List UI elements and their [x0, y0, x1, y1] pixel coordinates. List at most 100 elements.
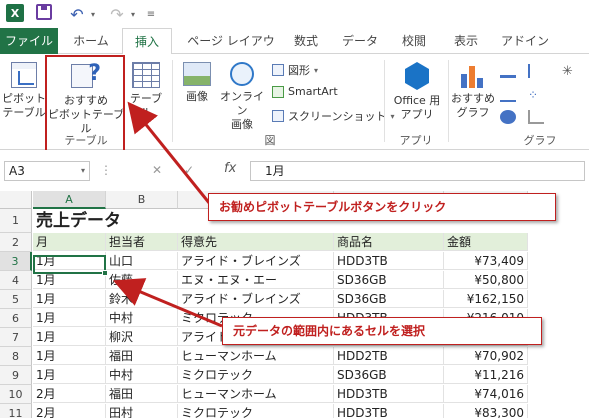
table-cell[interactable]: 福田 — [106, 385, 178, 403]
shapes-button[interactable]: 図形 ▾ — [272, 62, 318, 78]
tab-view[interactable]: 表示 — [446, 28, 486, 54]
table-cell[interactable]: 1月 — [33, 309, 106, 327]
row-header[interactable]: 2 — [0, 233, 32, 252]
name-box-value: A3 — [9, 164, 25, 178]
apps-group-label: アプリ — [399, 134, 433, 147]
table-cell[interactable]: 1月 — [33, 290, 106, 308]
enter-icon[interactable]: ✓ — [184, 163, 194, 177]
column-header-a[interactable]: A — [33, 191, 106, 209]
name-box[interactable]: A3 ▾ — [4, 161, 90, 181]
table-cell[interactable]: ¥83,300 — [444, 404, 528, 418]
table-cell[interactable]: HDD3TB — [334, 404, 444, 418]
column-header-b[interactable]: B — [106, 191, 178, 209]
shapes-label: 図形 — [288, 64, 310, 77]
online-image-label-1: オンライン — [220, 90, 264, 117]
table-cell[interactable]: ミクロテック — [178, 366, 334, 384]
online-image-button[interactable]: オンライン 画像 — [216, 62, 268, 132]
table-cell[interactable]: 佐藤 — [106, 271, 178, 289]
sheet-title[interactable]: 売上データ — [33, 210, 121, 232]
recommended-chart-button[interactable]: おすすめ グラフ — [450, 62, 496, 120]
tab-insert[interactable]: 挿入 — [122, 28, 172, 55]
bar-chart-icon[interactable] — [500, 88, 516, 102]
table-cell[interactable]: ¥74,016 — [444, 385, 528, 403]
cancel-icon[interactable]: ✕ — [152, 163, 162, 177]
row-header[interactable]: 3 — [0, 252, 32, 271]
office-apps-button[interactable]: Office 用 アプリ — [388, 62, 446, 122]
smartart-button[interactable]: SmartArt — [272, 85, 338, 98]
column-chart-icon[interactable] — [500, 64, 516, 78]
table-cell[interactable]: ¥73,409 — [444, 252, 528, 270]
area-chart-icon[interactable] — [528, 110, 544, 124]
row-header[interactable]: 11 — [0, 404, 32, 418]
scatter-chart-icon[interactable]: ⁘ — [528, 88, 544, 102]
table-cell[interactable]: HDD2TB — [334, 347, 444, 365]
undo-dropdown-icon[interactable]: ▾ — [88, 4, 98, 24]
table-cell[interactable]: 福田 — [106, 347, 178, 365]
radar-chart-icon[interactable]: ✳ — [562, 64, 578, 79]
table-cell[interactable]: アライド・ブレインズ — [178, 290, 334, 308]
table-cell[interactable]: ¥70,902 — [444, 347, 528, 365]
fill-handle[interactable] — [102, 270, 108, 276]
redo-icon[interactable]: ↷ — [108, 4, 126, 24]
table-cell[interactable]: SD36GB — [334, 271, 444, 289]
table-cell[interactable]: 山口 — [106, 252, 178, 270]
table-cell[interactable]: アライド・ブレインズ — [178, 252, 334, 270]
formula-input[interactable]: 1月 — [250, 161, 585, 181]
table-cell[interactable]: SD36GB — [334, 290, 444, 308]
row-header[interactable]: 4 — [0, 271, 32, 290]
tab-data[interactable]: データ — [338, 28, 382, 54]
row-header[interactable]: 9 — [0, 366, 32, 385]
header-cell[interactable]: 月 — [33, 233, 106, 251]
row-header[interactable]: 7 — [0, 328, 32, 347]
table-cell[interactable]: SD36GB — [334, 366, 444, 384]
table-cell[interactable]: 1月 — [33, 366, 106, 384]
table-cell[interactable]: HDD3TB — [334, 385, 444, 403]
tab-page-layout[interactable]: ページ レイアウト — [182, 28, 280, 74]
screenshot-button[interactable]: スクリーンショット ▾ — [272, 108, 394, 124]
recommended-chart-label-2: グラフ — [456, 106, 490, 119]
header-cell[interactable]: 金額 — [444, 233, 528, 251]
tab-formulas[interactable]: 数式 — [288, 28, 324, 54]
row-header[interactable]: 6 — [0, 309, 32, 328]
customize-qat-icon[interactable]: ≡ — [146, 4, 156, 24]
row-header[interactable]: 8 — [0, 347, 32, 366]
redo-dropdown-icon[interactable]: ▾ — [128, 4, 138, 24]
header-cell[interactable]: 商品名 — [334, 233, 444, 251]
table-cell[interactable]: ¥50,800 — [444, 271, 528, 289]
header-cell[interactable]: 得意先 — [178, 233, 334, 251]
tab-home[interactable]: ホーム — [66, 28, 116, 54]
table-cell[interactable]: ¥11,216 — [444, 366, 528, 384]
table-cell[interactable]: 2月 — [33, 404, 106, 418]
tab-file[interactable]: ファイル — [0, 28, 58, 54]
line-chart-icon[interactable] — [528, 64, 544, 78]
save-icon[interactable] — [36, 4, 52, 20]
table-cell[interactable]: 柳沢 — [106, 328, 178, 346]
undo-icon[interactable]: ↶ — [68, 4, 86, 24]
table-cell[interactable]: HDD3TB — [334, 252, 444, 270]
row-header[interactable]: 10 — [0, 385, 32, 404]
header-cell[interactable]: 担当者 — [106, 233, 178, 251]
tab-review[interactable]: 校閲 — [396, 28, 432, 54]
select-all-corner[interactable] — [0, 191, 32, 209]
table-cell[interactable]: ヒューマンホーム — [178, 347, 334, 365]
table-cell[interactable]: エヌ・エヌ・エー — [178, 271, 334, 289]
insert-function-icon[interactable]: fx — [224, 161, 236, 176]
table-cell[interactable]: ミクロテック — [178, 404, 334, 418]
table-cell[interactable]: 1月 — [33, 328, 106, 346]
table-cell[interactable]: ヒューマンホーム — [178, 385, 334, 403]
row-header[interactable]: 1 — [0, 209, 32, 233]
pie-chart-icon[interactable] — [500, 110, 516, 124]
name-box-dropdown-icon[interactable]: ▾ — [81, 162, 85, 180]
pivot-table-button[interactable]: ピボット テーブル — [2, 62, 46, 120]
tab-addins[interactable]: アドイン — [500, 28, 550, 54]
table-cell[interactable]: ¥162,150 — [444, 290, 528, 308]
table-cell[interactable]: 鈴木 — [106, 290, 178, 308]
row-header[interactable]: 5 — [0, 290, 32, 309]
table-button[interactable]: テーブル — [126, 62, 166, 120]
table-cell[interactable]: 中村 — [106, 366, 178, 384]
image-button[interactable]: 画像 — [178, 62, 216, 104]
table-cell[interactable]: 田村 — [106, 404, 178, 418]
table-cell[interactable]: 1月 — [33, 347, 106, 365]
table-cell[interactable]: 2月 — [33, 385, 106, 403]
table-cell[interactable]: 中村 — [106, 309, 178, 327]
